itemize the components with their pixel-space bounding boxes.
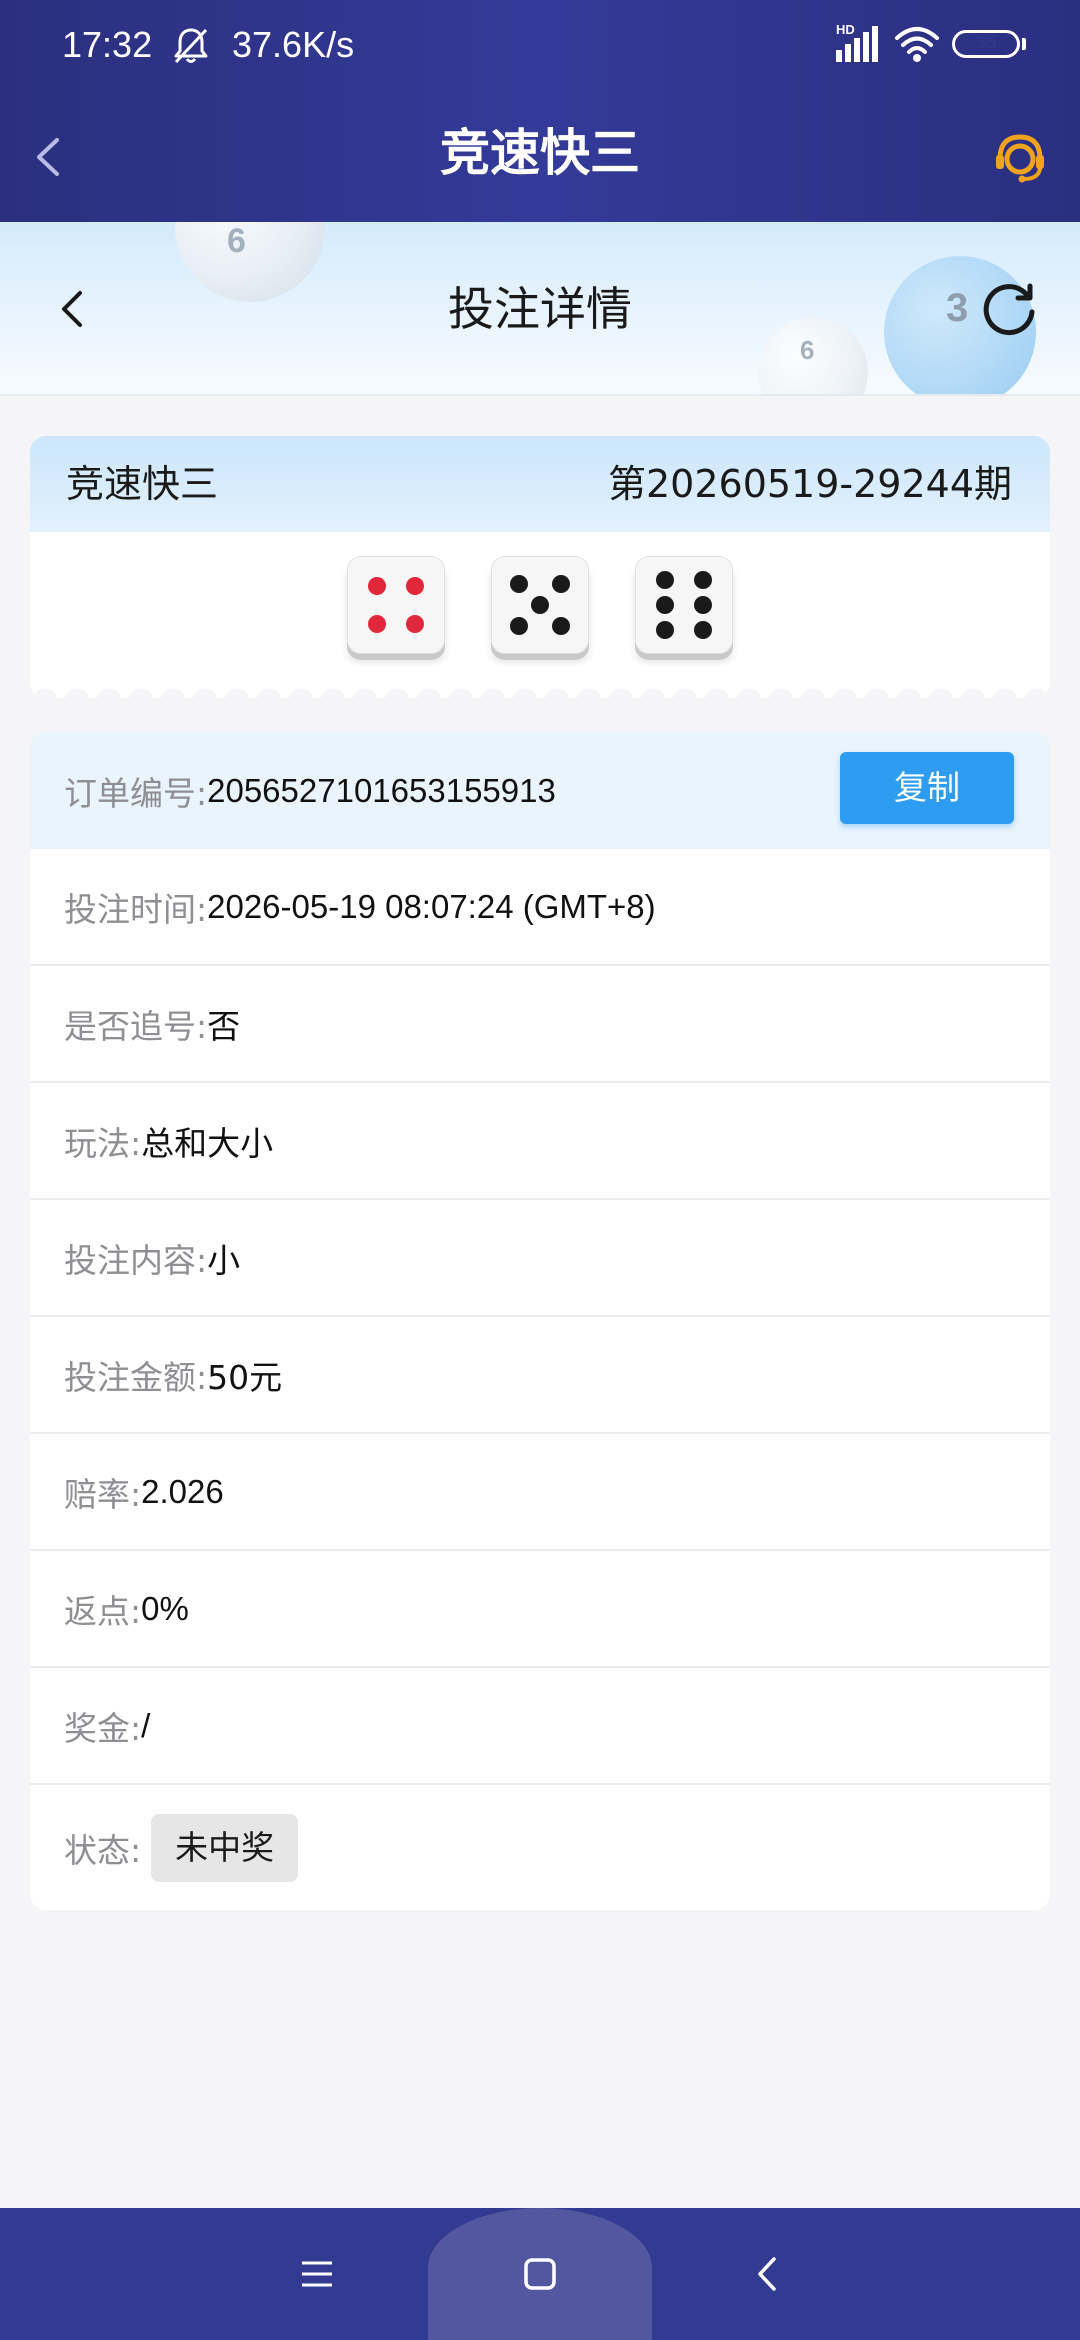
- detail-label: 玩法:: [64, 1123, 142, 1163]
- menu-icon: [302, 2261, 332, 2287]
- die-pip: [694, 571, 713, 590]
- die-pip: [552, 617, 571, 636]
- draw-result-header: 竞速快三 第20260519-29244期: [30, 436, 1050, 532]
- detail-value: 0%: [141, 1589, 189, 1627]
- battery-level: 35: [974, 32, 998, 54]
- detail-label: 投注时间:: [64, 889, 208, 929]
- detail-value: 总和大小: [141, 1123, 274, 1163]
- detail-value: 否: [207, 1006, 241, 1046]
- ball-number: 6: [800, 335, 815, 365]
- chevron-left-icon: [62, 291, 82, 327]
- bet-detail-card: 订单编号: 2056527101653155913 复制 投注时间: 2026-…: [30, 732, 1050, 1910]
- draw-game-name: 竞速快三: [66, 462, 219, 506]
- chevron-left-icon: [758, 2257, 776, 2291]
- nav-menu-button[interactable]: [272, 2232, 362, 2316]
- nav-home-button[interactable]: [495, 2232, 585, 2316]
- die-pip: [531, 596, 549, 614]
- page-title: 投注详情: [448, 282, 632, 336]
- detail-row-prize: 奖金: /: [30, 1668, 1050, 1785]
- detail-value: 小: [207, 1240, 241, 1280]
- order-number-label: 订单编号:: [64, 773, 208, 813]
- detail-row-rebate: 返点: 0%: [30, 1551, 1050, 1668]
- dice-row: [30, 556, 1050, 656]
- detail-row-odds: 赔率: 2.026: [30, 1434, 1050, 1551]
- die-pip: [694, 620, 713, 639]
- detail-row-bet-amount: 投注金额: 50元: [30, 1317, 1050, 1434]
- detail-row-bet-time: 投注时间: 2026-05-19 08:07:24 (GMT+8): [30, 849, 1050, 966]
- detail-row-bet-content: 投注内容: 小: [30, 1200, 1050, 1317]
- detail-label: 投注内容:: [64, 1240, 208, 1280]
- headset-icon: [996, 134, 1044, 183]
- square-icon: [524, 2258, 556, 2290]
- ball-number: 6: [227, 222, 246, 260]
- detail-label: 是否追号:: [64, 1006, 208, 1046]
- copy-button[interactable]: 复制: [840, 752, 1014, 824]
- detail-value: 2026-05-19 08:07:24 (GMT+8): [207, 887, 656, 925]
- die-pip: [655, 571, 674, 590]
- status-bar: 17:32 37.6K/s HD 35: [0, 0, 1080, 92]
- ball-number: 3: [946, 286, 969, 330]
- signal-icon: [836, 26, 878, 62]
- detail-label: 奖金:: [64, 1708, 142, 1748]
- draw-issue-number: 第20260519-29244期: [607, 462, 1012, 506]
- bell-off-icon: [174, 28, 208, 64]
- die-face-5: [491, 556, 589, 654]
- nav-back-button[interactable]: [722, 2232, 812, 2316]
- detail-row-status: 状态: 未中奖: [30, 1785, 1050, 1910]
- scalloped-edge: [30, 677, 1050, 698]
- die-pip: [552, 574, 571, 593]
- status-time: 17:32: [62, 24, 153, 65]
- battery-indicator: 35: [952, 30, 1020, 58]
- chevron-left-icon: [37, 138, 59, 176]
- top-header: 17:32 37.6K/s HD 35 竞速快三: [0, 0, 1080, 222]
- order-number-row: 订单编号: 2056527101653155913 复制: [30, 732, 1050, 849]
- die-pip: [367, 576, 386, 595]
- detail-label: 投注金额:: [64, 1357, 208, 1397]
- die-pip: [406, 576, 425, 595]
- system-nav-bar: [0, 2208, 1080, 2340]
- die-face-4: [347, 556, 445, 654]
- detail-value: 50元: [207, 1357, 283, 1397]
- sub-header: 6 6 3 投注详情: [0, 222, 1080, 396]
- die-pip: [694, 596, 713, 614]
- status-badge: 未中奖: [151, 1813, 299, 1882]
- detail-label: 返点:: [64, 1591, 142, 1631]
- back-button[interactable]: [40, 272, 104, 346]
- refresh-button[interactable]: [970, 272, 1048, 346]
- app-title: 竞速快三: [440, 124, 640, 182]
- die-pip: [367, 615, 386, 634]
- app-back-button[interactable]: [18, 122, 78, 192]
- status-net-speed: 37.6K/s: [232, 24, 355, 65]
- draw-result-card: 竞速快三 第20260519-29244期: [30, 436, 1050, 698]
- die-pip: [655, 620, 674, 639]
- detail-value: /: [141, 1706, 151, 1744]
- customer-service-button[interactable]: [988, 122, 1052, 192]
- detail-row-play-type: 玩法: 总和大小: [30, 1083, 1050, 1200]
- die-pip: [406, 615, 425, 634]
- die-face-6: [635, 556, 733, 654]
- die-pip: [655, 596, 674, 614]
- refresh-icon: [983, 283, 1035, 336]
- detail-row-chase: 是否追号: 否: [30, 966, 1050, 1083]
- order-number-value: 2056527101653155913: [207, 771, 556, 809]
- detail-label: 赔率:: [64, 1474, 142, 1514]
- die-pip: [509, 574, 528, 593]
- battery-cap: [1022, 38, 1026, 50]
- wifi-icon: [895, 27, 939, 62]
- die-pip: [509, 617, 528, 636]
- detail-value: 2.026: [141, 1472, 224, 1510]
- app-bar: 竞速快三: [0, 92, 1080, 222]
- detail-label: 状态:: [64, 1830, 142, 1870]
